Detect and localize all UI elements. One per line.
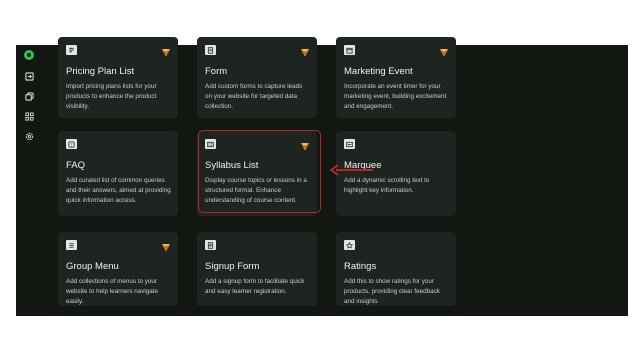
widget-card-signup-form[interactable]: Signup Form Add a signup form to facilita…	[197, 232, 317, 306]
premium-diamond-icon	[161, 239, 171, 252]
widget-description: Incorporate an event timer for your mark…	[344, 83, 447, 110]
widget-description: Add custom forms to capture leads on you…	[205, 83, 303, 110]
question-icon: ?	[66, 139, 77, 149]
widget-card-faq[interactable]: ? FAQ Add curated list of common queries a…	[58, 131, 178, 216]
widget-title: Pricing Plan List	[66, 66, 135, 77]
premium-diamond-icon	[300, 138, 310, 151]
widget-title: Signup Form	[205, 261, 260, 272]
widget-card-pricing-plan-list[interactable]: Pricing Plan List Import pricing plans li…	[58, 37, 178, 118]
sidebar	[16, 45, 42, 316]
premium-diamond-icon	[161, 44, 171, 57]
premium-diamond-icon	[439, 44, 449, 57]
widget-title: Ratings	[344, 261, 377, 272]
widget-title: Group Menu	[66, 261, 119, 272]
settings-icon[interactable]	[22, 129, 36, 143]
widget-description: Add a signup form to facilitate quick an…	[205, 278, 305, 295]
premium-diamond-icon	[300, 44, 310, 57]
widget-card-syllabus-list[interactable]: Syllabus List Display course topics or le…	[197, 131, 317, 216]
widget-description: Import pricing plans lists for your prod…	[66, 83, 157, 110]
widget-title: Marketing Event	[344, 66, 413, 77]
widget-title: Form	[205, 66, 228, 77]
box-arrow-icon[interactable]	[22, 69, 36, 83]
app-logo-icon[interactable]	[24, 50, 34, 60]
scroll-text-icon	[344, 139, 355, 149]
list-doc-icon	[66, 45, 77, 55]
widget-card-ratings[interactable]: Ratings Add this to show ratings for your…	[336, 232, 456, 306]
calendar-icon	[344, 45, 355, 55]
widget-description: Add collections of menus to your website…	[66, 278, 159, 305]
signup-doc-icon	[205, 240, 216, 250]
star-icon	[344, 240, 355, 250]
svg-text:?: ?	[70, 142, 72, 147]
grid-icon[interactable]	[22, 109, 36, 123]
widget-card-marketing-event[interactable]: Marketing Event Incorporate an event time…	[336, 37, 456, 118]
widget-card-form[interactable]: Form Add custom forms to capture leads on…	[197, 37, 317, 118]
menu-icon	[66, 240, 77, 250]
widget-title: FAQ	[66, 160, 86, 171]
copy-icon[interactable]	[22, 89, 36, 103]
widget-title: Syllabus List	[205, 160, 259, 171]
annotation-arrow-icon	[330, 164, 373, 176]
widget-description: Add curated list of common queries and t…	[66, 177, 171, 204]
list-box-icon	[205, 139, 216, 149]
form-doc-icon	[205, 45, 216, 55]
widget-card-group-menu[interactable]: Group Menu Add collections of menus to yo…	[58, 232, 178, 306]
widget-description: Add a dynamic scrolling text to highligh…	[344, 177, 430, 194]
widget-description: Display course topics or lessons in a st…	[205, 177, 307, 204]
widget-description: Add this to show ratings for your produc…	[344, 278, 440, 305]
